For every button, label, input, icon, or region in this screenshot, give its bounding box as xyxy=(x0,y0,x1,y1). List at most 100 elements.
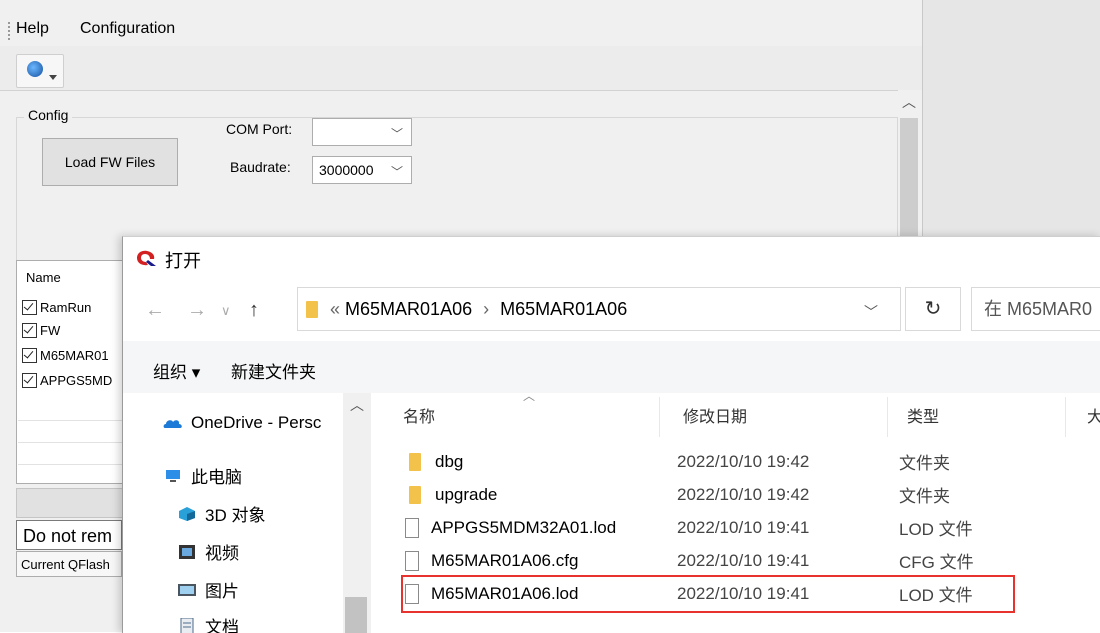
baudrate-label: Baudrate: xyxy=(230,159,291,175)
file-icon xyxy=(405,518,419,538)
menu-help[interactable]: Help xyxy=(16,20,49,38)
app-logo-icon xyxy=(135,249,157,267)
scrollbar-thumb[interactable] xyxy=(900,118,918,236)
list-item-label: RamRun xyxy=(40,300,91,315)
list-item[interactable]: RamRun xyxy=(22,296,91,318)
address-bar[interactable]: « M65MAR01A06 › M65MAR01A06 ﹀ xyxy=(297,287,901,331)
highlight-box xyxy=(401,575,1015,613)
recent-dropdown-icon[interactable]: ∨ xyxy=(221,303,231,319)
file-type: CFG 文件 xyxy=(899,548,1059,573)
file-name: APPGS5MDM32A01.lod xyxy=(431,518,616,538)
scroll-up-icon[interactable]: ︿ xyxy=(343,395,371,415)
nav-item-label: 此电脑 xyxy=(191,463,242,488)
com-port-label: COM Port: xyxy=(226,121,292,137)
onedrive-icon xyxy=(163,415,183,431)
list-item-label: FW xyxy=(40,323,60,338)
current-status: Current QFlash xyxy=(16,551,122,577)
column-header-size[interactable]: 大 xyxy=(1087,403,1100,427)
column-divider[interactable] xyxy=(659,397,660,437)
file-modified: 2022/10/10 19:42 xyxy=(677,452,899,472)
nav-item-pictures[interactable]: 图片 xyxy=(177,577,239,602)
status-message: Do not rem xyxy=(16,520,122,550)
file-modified: 2022/10/10 19:41 xyxy=(677,518,899,538)
config-legend: Config xyxy=(24,107,72,123)
nav-item-label: 3D 对象 xyxy=(205,501,265,526)
column-divider[interactable] xyxy=(887,397,888,437)
column-header-modified[interactable]: 修改日期 xyxy=(683,403,747,427)
documents-icon xyxy=(177,618,197,633)
toolbar xyxy=(0,46,922,91)
3d-objects-icon xyxy=(177,506,197,522)
scroll-up-icon[interactable]: ︿ xyxy=(898,92,920,112)
chevron-down-icon: ﹀ xyxy=(391,163,403,180)
scrollbar-thumb[interactable] xyxy=(345,597,367,633)
checkbox[interactable] xyxy=(22,323,37,338)
back-arrow-icon[interactable]: ← xyxy=(145,299,165,322)
globe-icon xyxy=(27,61,43,77)
video-icon xyxy=(177,544,197,560)
baudrate-value: 3000000 xyxy=(319,162,374,178)
list-divider xyxy=(18,420,122,421)
file-type: 文件夹 xyxy=(899,482,1059,507)
dialog-title: 打开 xyxy=(165,247,201,273)
search-input[interactable]: 在 M65MAR0 xyxy=(971,287,1100,331)
nav-item-label: 视频 xyxy=(205,539,239,564)
checkbox[interactable] xyxy=(22,348,37,363)
folder-icon xyxy=(306,301,318,318)
refresh-button[interactable]: ↻ xyxy=(905,287,961,331)
list-divider xyxy=(18,464,122,465)
pictures-icon xyxy=(177,582,197,598)
checkbox[interactable] xyxy=(22,300,37,315)
nav-item-label: 图片 xyxy=(205,577,239,602)
folder-icon xyxy=(409,486,421,504)
breadcrumb-segment[interactable]: M65MAR01A06 xyxy=(500,299,627,319)
load-fw-files-button[interactable]: Load FW Files xyxy=(42,138,178,186)
file-modified: 2022/10/10 19:41 xyxy=(677,551,899,571)
nav-item-this-pc[interactable]: 此电脑 xyxy=(163,463,242,488)
file-row[interactable]: APPGS5MDM32A01.lod 2022/10/10 19:41 LOD … xyxy=(405,511,1065,544)
file-name: dbg xyxy=(435,452,463,472)
file-row[interactable]: dbg 2022/10/10 19:42 文件夹 xyxy=(405,445,1065,478)
baudrate-select[interactable]: 3000000 ﹀ xyxy=(312,156,412,184)
file-type: LOD 文件 xyxy=(899,515,1059,540)
file-row[interactable]: upgrade 2022/10/10 19:42 文件夹 xyxy=(405,478,1065,511)
list-item[interactable]: FW xyxy=(22,319,60,341)
nav-item-label: 文档 xyxy=(205,613,239,633)
column-divider[interactable] xyxy=(1065,397,1066,437)
nav-item-documents[interactable]: 文档 xyxy=(177,613,239,633)
checkbox[interactable] xyxy=(22,373,37,388)
up-arrow-icon[interactable]: ↑ xyxy=(249,299,259,322)
file-type: 文件夹 xyxy=(899,449,1059,474)
com-port-select[interactable]: ﹀ xyxy=(312,118,412,146)
list-item[interactable]: M65MAR01 xyxy=(22,344,109,366)
computer-icon xyxy=(163,468,183,484)
new-folder-button[interactable]: 新建文件夹 xyxy=(231,358,316,383)
address-path: « M65MAR01A06 › M65MAR01A06 xyxy=(330,299,627,320)
open-file-dialog: 打开 ← → ∨ ↑ « M65MAR01A06 › M65MAR01A06 ﹀… xyxy=(122,236,1100,633)
column-header-name[interactable]: 名称 xyxy=(403,403,435,427)
forward-arrow-icon[interactable]: → xyxy=(187,299,207,322)
toolbar-globe-button[interactable] xyxy=(16,54,64,88)
folder-icon xyxy=(409,453,421,471)
chevron-down-icon[interactable]: ﹀ xyxy=(864,302,878,322)
file-name: upgrade xyxy=(435,485,497,505)
menu-grip xyxy=(8,22,12,40)
file-modified: 2022/10/10 19:42 xyxy=(677,485,899,505)
file-row[interactable]: M65MAR01A06.cfg 2022/10/10 19:41 CFG 文件 xyxy=(405,544,1065,577)
organize-button[interactable]: 组织 ▾ xyxy=(153,358,200,383)
list-item[interactable]: APPGS5MD xyxy=(22,369,112,391)
menu-configuration[interactable]: Configuration xyxy=(80,20,175,38)
breadcrumb-segment[interactable]: M65MAR01A06 xyxy=(345,299,472,319)
nav-item-onedrive[interactable]: OneDrive - Persc xyxy=(163,413,321,433)
nav-item-videos[interactable]: 视频 xyxy=(177,539,239,564)
dropdown-arrow-icon xyxy=(49,75,57,80)
list-item-label: APPGS5MD xyxy=(40,373,112,388)
progress-bar xyxy=(16,488,124,518)
list-header-name: Name xyxy=(26,270,61,285)
chevron-down-icon: ﹀ xyxy=(391,125,403,142)
sort-ascending-icon: ︿ xyxy=(523,387,535,404)
list-divider xyxy=(18,442,122,443)
column-header-type[interactable]: 类型 xyxy=(907,403,939,427)
nav-item-3d-objects[interactable]: 3D 对象 xyxy=(177,501,265,526)
file-icon xyxy=(405,551,419,571)
